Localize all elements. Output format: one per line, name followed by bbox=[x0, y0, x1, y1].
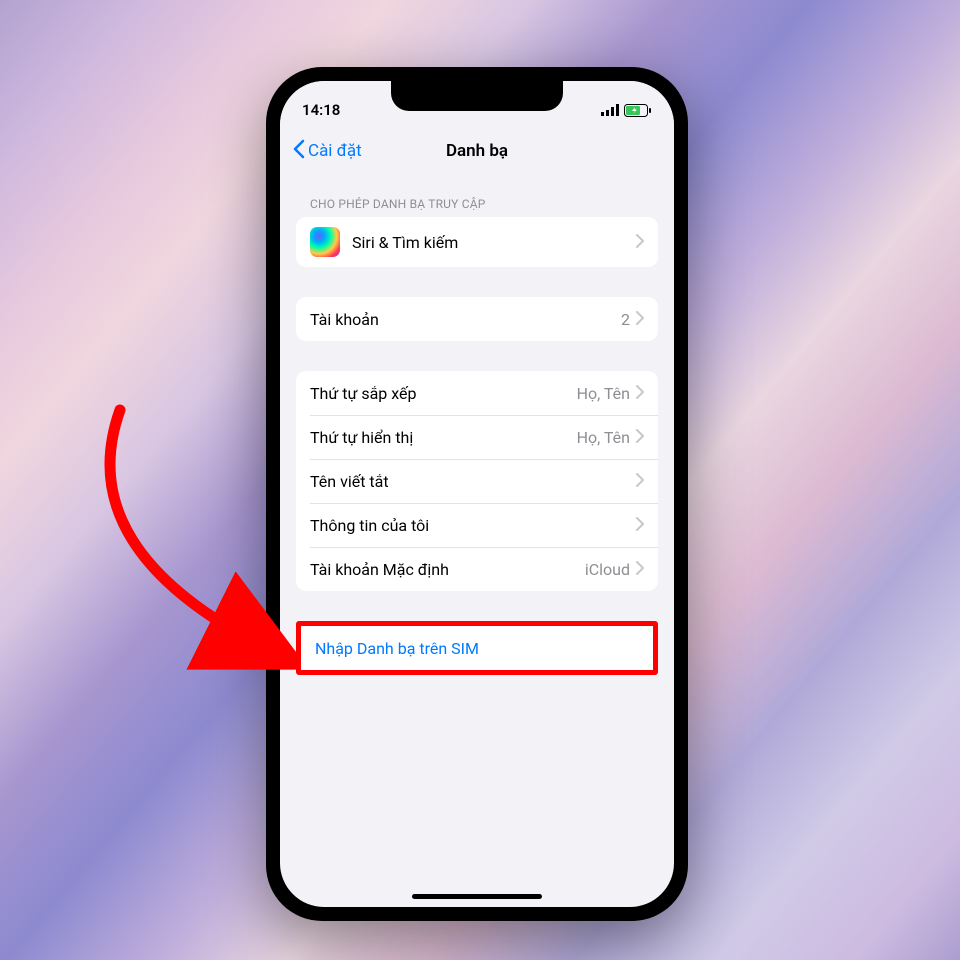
cellular-signal-icon bbox=[601, 104, 619, 116]
back-label: Cài đặt bbox=[308, 141, 362, 161]
notch bbox=[391, 81, 563, 111]
chevron-right-icon bbox=[636, 428, 644, 447]
section-header-access: CHO PHÉP DANH BẠ TRUY CẬP bbox=[296, 173, 658, 217]
row-import-sim[interactable]: Nhập Danh bạ trên SIM bbox=[301, 626, 653, 670]
nav-bar: Cài đặt Danh bạ bbox=[280, 129, 674, 173]
home-indicator[interactable] bbox=[412, 894, 542, 899]
chevron-right-icon bbox=[636, 560, 644, 579]
chevron-right-icon bbox=[636, 310, 644, 329]
row-label: Thứ tự hiển thị bbox=[310, 428, 577, 447]
row-value: Họ, Tên bbox=[577, 384, 630, 403]
row-default-account[interactable]: Tài khoản Mặc định iCloud bbox=[296, 547, 658, 591]
battery-charging-icon bbox=[624, 104, 652, 117]
page-title: Danh bạ bbox=[446, 141, 508, 161]
row-label: Tài khoản bbox=[310, 310, 621, 329]
status-time: 14:18 bbox=[302, 101, 340, 119]
row-my-info[interactable]: Thông tin của tôi bbox=[296, 503, 658, 547]
row-label: Tài khoản Mặc định bbox=[310, 560, 585, 579]
back-button[interactable]: Cài đặt bbox=[292, 139, 362, 164]
row-accounts[interactable]: Tài khoản 2 bbox=[296, 297, 658, 341]
row-value: Họ, Tên bbox=[577, 428, 630, 447]
row-label: Thứ tự sắp xếp bbox=[310, 384, 577, 403]
chevron-right-icon bbox=[636, 472, 644, 491]
screen: 14:18 Cài đặt Danh bạ CHO PHÉP DANH BẠ T… bbox=[280, 81, 674, 907]
row-label: Tên viết tắt bbox=[310, 472, 636, 491]
row-sort-order[interactable]: Thứ tự sắp xếp Họ, Tên bbox=[296, 371, 658, 415]
row-value: 2 bbox=[621, 310, 630, 329]
row-siri-search[interactable]: Siri & Tìm kiếm bbox=[296, 217, 658, 267]
phone-frame: 14:18 Cài đặt Danh bạ CHO PHÉP DANH BẠ T… bbox=[266, 67, 688, 921]
row-label: Thông tin của tôi bbox=[310, 516, 636, 535]
row-short-name[interactable]: Tên viết tắt bbox=[296, 459, 658, 503]
row-label: Nhập Danh bạ trên SIM bbox=[315, 639, 639, 658]
chevron-left-icon bbox=[292, 139, 306, 164]
row-label: Siri & Tìm kiếm bbox=[352, 233, 636, 252]
chevron-right-icon bbox=[636, 516, 644, 535]
highlight-annotation: Nhập Danh bạ trên SIM bbox=[296, 621, 658, 675]
chevron-right-icon bbox=[636, 384, 644, 403]
siri-icon bbox=[310, 227, 340, 257]
chevron-right-icon bbox=[636, 233, 644, 252]
row-display-order[interactable]: Thứ tự hiển thị Họ, Tên bbox=[296, 415, 658, 459]
row-value: iCloud bbox=[585, 560, 630, 579]
